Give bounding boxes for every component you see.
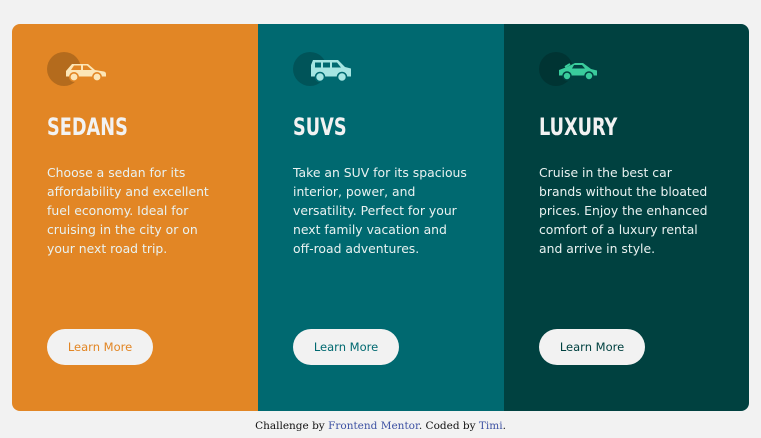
attribution: Challenge by Frontend Mentor. Coded by T… — [0, 419, 761, 433]
card-title: SEDANS — [47, 113, 128, 141]
card-description: Choose a sedan for its affordability and… — [47, 165, 209, 256]
author-link[interactable]: Timi — [479, 420, 503, 432]
card-description: Cruise in the best car brands without th… — [539, 165, 708, 256]
learn-more-button[interactable]: Learn More — [293, 329, 399, 365]
card-description: Take an SUV for its spacious interior, p… — [293, 165, 467, 256]
sedans-card: SEDANS Choose a sedan for its affordabil… — [12, 24, 258, 411]
learn-more-button[interactable]: Learn More — [47, 329, 153, 365]
attribution-middle: . Coded by — [418, 420, 479, 432]
suvs-card: SUVS Take an SUV for its spacious interi… — [258, 24, 504, 411]
frontend-mentor-link[interactable]: Frontend Mentor — [328, 420, 419, 432]
card-group: SEDANS Choose a sedan for its affordabil… — [12, 24, 749, 411]
attribution-suffix: . — [502, 420, 506, 432]
card-title: SUVS — [293, 113, 347, 141]
suv-car-icon — [293, 52, 365, 86]
attribution-prefix: Challenge by — [255, 420, 329, 432]
sedan-car-icon — [47, 52, 119, 86]
luxury-car-icon — [539, 52, 611, 86]
learn-more-button[interactable]: Learn More — [539, 329, 645, 365]
card-title: LUXURY — [539, 113, 618, 141]
luxury-card: LUXURY Cruise in the best car brands wit… — [504, 24, 749, 411]
